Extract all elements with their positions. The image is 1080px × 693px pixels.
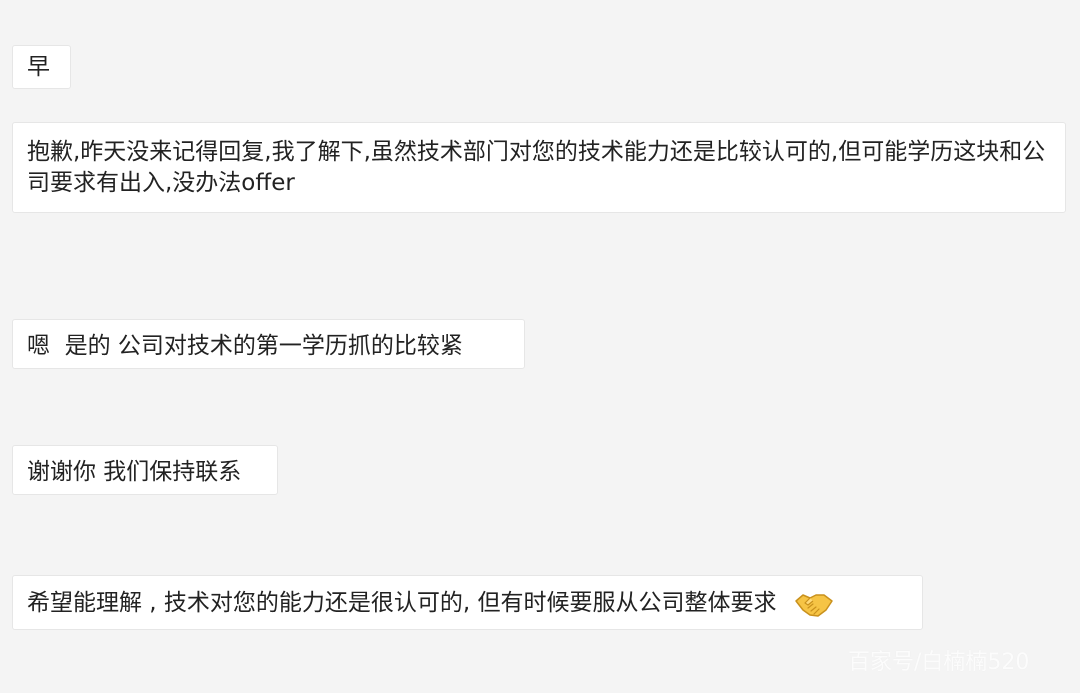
chat-message-bubble[interactable]: 抱歉,昨天没来记得回复,我了解下,虽然技术部门对您的技术能力还是比较认可的,但可… (12, 122, 1066, 213)
watermark: 百家号/白楠楠520 (848, 650, 1030, 675)
chat-screen: { "messages": [ { "text": "早" }, { "text… (0, 0, 1080, 693)
message-text: 抱歉,昨天没来记得回复,我了解下,虽然技术部门对您的技术能力还是比较认可的,但可… (27, 139, 1046, 196)
chat-message-bubble[interactable]: 早 (12, 45, 71, 89)
message-text: 嗯 是的 公司对技术的第一学历抓的比较紧 (27, 333, 463, 359)
chat-message-bubble[interactable]: 嗯 是的 公司对技术的第一学历抓的比较紧 (12, 319, 525, 369)
message-text: 希望能理解 , 技术对您的能力还是很认可的, 但有时候要服从公司整体要求 (27, 590, 777, 616)
message-text: 早 (27, 54, 50, 80)
chat-message-bubble[interactable]: 谢谢你 我们保持联系 (12, 445, 278, 495)
chat-message-bubble[interactable]: 希望能理解 , 技术对您的能力还是很认可的, 但有时候要服从公司整体要求 (12, 575, 923, 630)
message-text: 谢谢你 我们保持联系 (27, 459, 242, 485)
handshake-icon (794, 588, 834, 618)
